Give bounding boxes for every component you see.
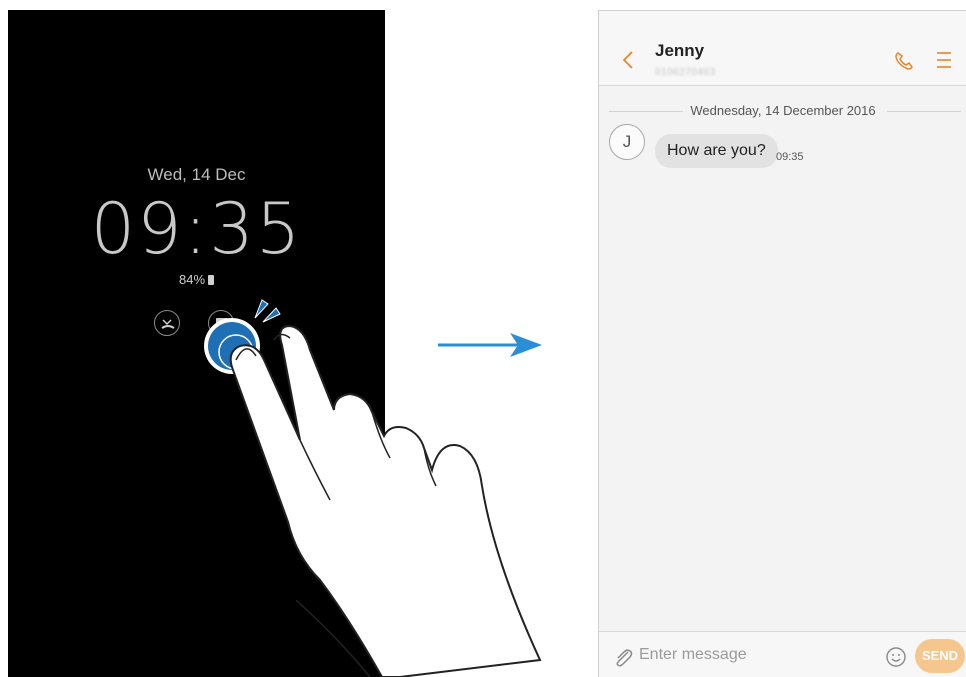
hand-shape	[229, 324, 542, 677]
hand-illustration	[204, 299, 542, 677]
tap-marks-icon	[254, 299, 281, 323]
